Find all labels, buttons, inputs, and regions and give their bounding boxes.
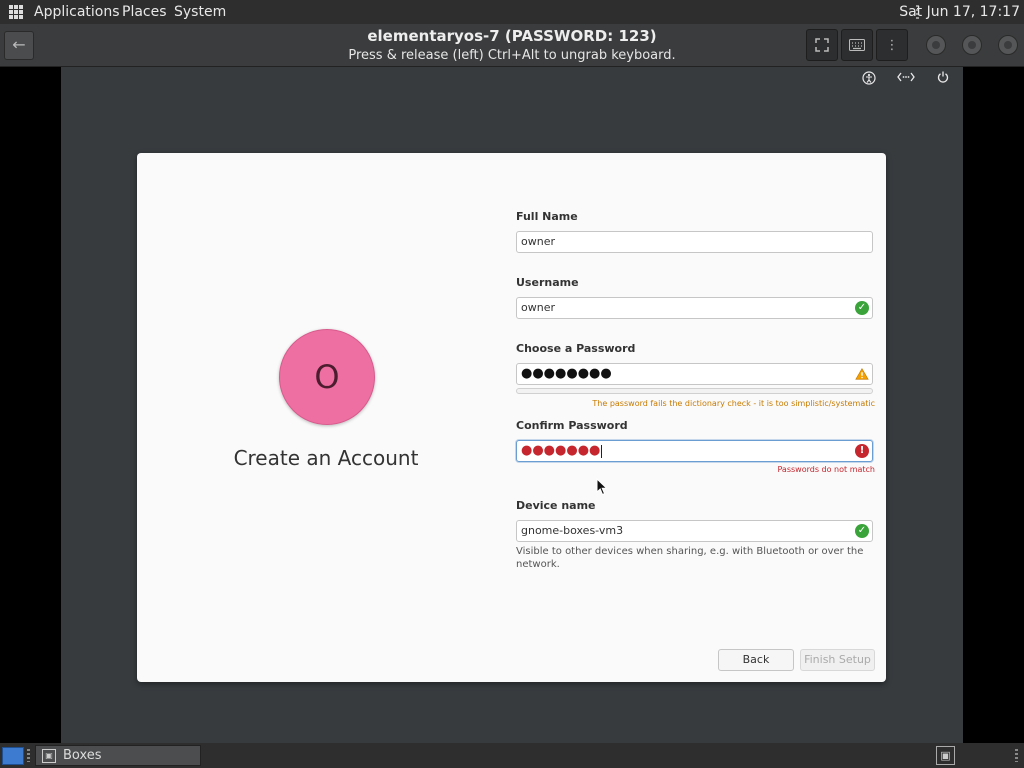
menu-button[interactable]: ⋮ [876,29,908,61]
avatar[interactable]: O [279,329,375,425]
mouse-cursor-icon [596,478,608,496]
menu-applications[interactable]: Applications [34,4,120,20]
fullscreen-button[interactable] [806,29,838,61]
confirm-error-text: Passwords do not match [777,465,875,474]
username-value: owner [521,301,555,314]
device-name-value: gnome-boxes-vm3 [521,524,624,537]
device-name-field[interactable]: gnome-boxes-vm3 ✓ [516,520,873,542]
app-grid-icon[interactable] [9,5,23,19]
boxes-app-icon: ▣ [42,749,56,763]
confirm-password-label: Confirm Password [516,419,628,432]
device-name-label: Device name [516,499,596,512]
back-button[interactable]: Back [718,649,794,671]
menu-places[interactable]: Places [122,4,167,20]
close-icon [1004,41,1012,49]
password-strength-bar [516,388,873,394]
username-field[interactable]: owner ✓ [516,297,873,319]
password-label: Choose a Password [516,342,636,355]
menu-system[interactable]: System [174,4,226,20]
full-name-field[interactable]: owner [516,231,873,253]
maximize-icon [968,41,976,49]
network-icon[interactable] [897,71,915,89]
workspace-switcher-icon[interactable]: ▣ [936,746,955,765]
minimize-icon [932,41,940,49]
fullscreen-icon [815,38,829,52]
keyboard-button[interactable] [841,29,873,61]
confirm-password-value: ●●●●●●● [521,443,601,458]
vm-display[interactable]: O Create an Account Full Name owner User… [61,67,963,743]
page-title: Create an Account [233,446,419,470]
password-warning-text: The password fails the dictionary check … [592,399,875,408]
password-field[interactable]: ●●●●●●●● [516,363,873,385]
warning-icon [855,367,869,381]
bottom-panel: ▣ Boxes ▣ [0,743,1024,768]
show-desktop-button[interactable] [2,747,24,765]
account-setup-card: O Create an Account Full Name owner User… [137,153,886,682]
error-icon: ! [855,444,869,458]
top-panel: Applications Places System Sat Jun 17, 1… [0,0,1024,24]
more-vertical-icon: ⋮ [885,37,899,53]
username-label: Username [516,276,579,289]
text-caret [601,444,603,458]
keyboard-icon [849,39,865,51]
check-icon: ✓ [855,524,869,538]
power-icon[interactable] [934,71,952,89]
boxes-header-bar: ← elementaryos-7 (PASSWORD: 123) Press &… [0,24,1024,67]
confirm-password-field[interactable]: ●●●●●●● ! [516,440,873,462]
device-name-description: Visible to other devices when sharing, e… [516,546,864,570]
full-name-label: Full Name [516,210,578,223]
finish-setup-button[interactable]: Finish Setup [800,649,875,671]
full-name-value: owner [521,235,555,248]
close-button[interactable] [998,35,1018,55]
panel-handle [1015,749,1018,762]
taskbar-item-boxes[interactable]: ▣ Boxes [35,745,201,766]
password-value: ●●●●●●●● [521,366,612,381]
accessibility-icon[interactable] [860,71,878,89]
minimize-button[interactable] [926,35,946,55]
taskbar-item-label: Boxes [63,748,102,763]
clock[interactable]: Sat Jun 17, 17:17 [899,4,1020,20]
maximize-button[interactable] [962,35,982,55]
check-icon: ✓ [855,301,869,315]
panel-handle [27,749,30,762]
